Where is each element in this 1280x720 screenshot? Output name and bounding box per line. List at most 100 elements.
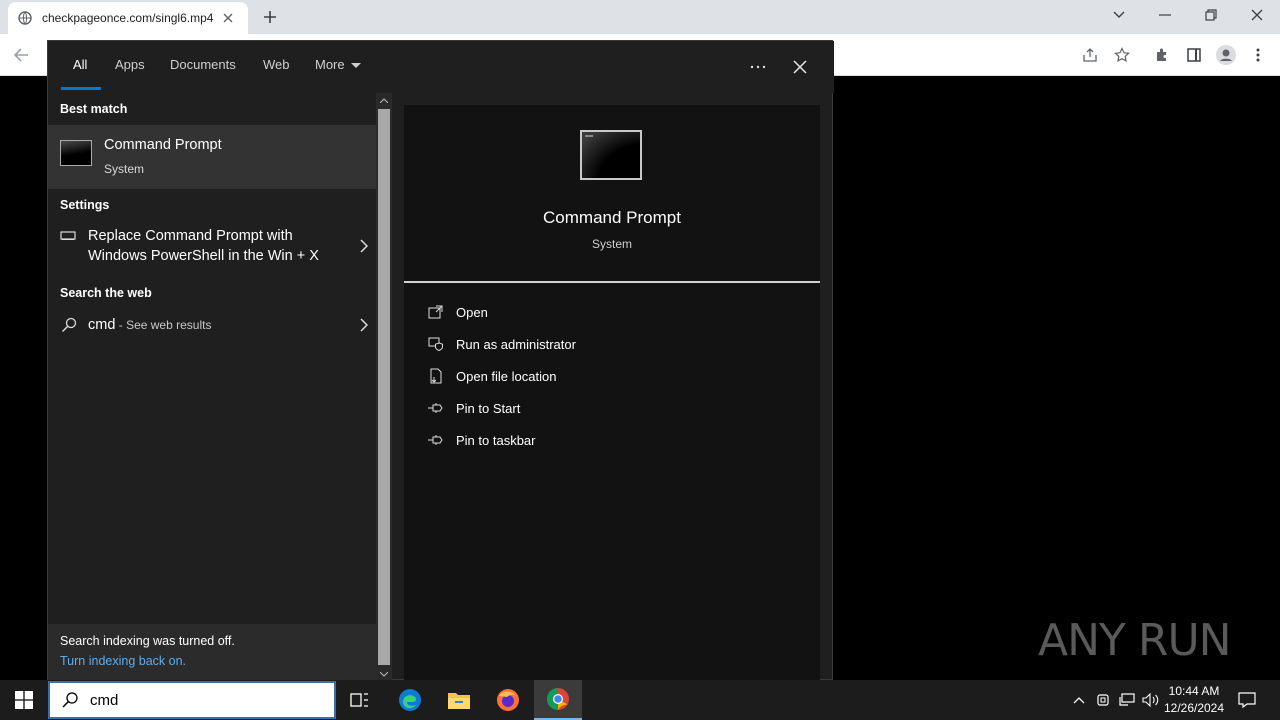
- windows-logo-icon: [15, 691, 33, 709]
- notification-icon[interactable]: [1236, 690, 1258, 710]
- taskbar: cmd 10:44 AM 12/26/2024: [0, 680, 1280, 720]
- command-prompt-large-icon: [580, 130, 642, 180]
- more-options-icon[interactable]: [746, 55, 770, 79]
- web-query: cmd: [88, 317, 116, 333]
- detail-title: Command Prompt: [543, 208, 681, 227]
- search-icon: [50, 691, 90, 709]
- tab-close-icon[interactable]: [220, 10, 236, 26]
- web-search-result[interactable]: cmd - See web results: [48, 315, 376, 341]
- side-panel-icon[interactable]: [1183, 44, 1205, 66]
- browser-tab[interactable]: checkpageonce.com/singl6.mp4: [8, 2, 248, 34]
- edge-icon: [399, 689, 421, 711]
- close-window-button[interactable]: [1234, 0, 1280, 30]
- best-match-title: Command Prompt: [104, 137, 222, 153]
- search-web-heading: Search the web: [60, 286, 152, 300]
- settings-heading: Settings: [60, 198, 110, 212]
- turn-indexing-on-link[interactable]: Turn indexing back on.: [60, 654, 186, 668]
- best-match-subtitle: System: [104, 162, 145, 176]
- minimize-button[interactable]: [1142, 0, 1188, 30]
- firefox-icon: [497, 689, 519, 711]
- device-icon[interactable]: [1093, 690, 1113, 710]
- taskbar-search-box[interactable]: cmd: [48, 681, 336, 719]
- best-match-result[interactable]: Command Prompt System: [48, 125, 376, 189]
- pin-icon: [424, 430, 448, 450]
- tab-search-icon[interactable]: [1096, 0, 1142, 30]
- taskbar-chrome[interactable]: [534, 680, 582, 720]
- action-pin-to-start-label: Pin to Start: [456, 400, 521, 416]
- start-button[interactable]: [0, 680, 48, 720]
- tab-apps[interactable]: Apps: [115, 57, 145, 72]
- tab-title: checkpageonce.com/singl6.mp4: [42, 11, 214, 25]
- search-filter-tabs: All Apps Documents Web More: [48, 41, 834, 93]
- system-clock[interactable]: 10:44 AM 12/26/2024: [1160, 683, 1228, 717]
- action-run-as-admin[interactable]: Run as administrator: [424, 330, 804, 358]
- taskbar-firefox[interactable]: [484, 680, 532, 720]
- file-location-icon: [424, 366, 448, 386]
- bookmark-star-icon[interactable]: [1111, 44, 1133, 66]
- action-pin-to-start[interactable]: Pin to Start: [424, 394, 804, 422]
- monitor-icon: [60, 229, 76, 243]
- back-icon[interactable]: [10, 44, 32, 66]
- results-list: Best match Command Prompt System Setting…: [48, 93, 376, 681]
- globe-icon: [18, 11, 32, 25]
- detail-divider: [404, 281, 820, 283]
- action-open-label: Open: [456, 304, 488, 320]
- new-tab-button[interactable]: [258, 6, 282, 28]
- pin-icon: [424, 398, 448, 418]
- tab-more[interactable]: More: [315, 57, 361, 72]
- start-search-panel: All Apps Documents Web More Best match C…: [47, 40, 834, 681]
- watermark-text: ANY RUN: [1038, 614, 1232, 666]
- anyrun-watermark: ANY RUN: [1038, 608, 1232, 672]
- chevron-right-icon[interactable]: [358, 317, 370, 333]
- settings-result-line2: Windows PowerShell in the Win + X: [88, 248, 319, 264]
- action-open-file-location[interactable]: Open file location: [424, 362, 804, 390]
- web-query-suffix: - See web results: [115, 318, 212, 332]
- caret-down-icon: [350, 63, 361, 69]
- detail-subtitle: System: [591, 237, 632, 251]
- shield-icon: [424, 334, 448, 354]
- restore-button[interactable]: [1188, 0, 1234, 30]
- clock-time: 10:44 AM: [1168, 684, 1220, 698]
- indexing-notice: Search indexing was turned off. Turn ind…: [48, 624, 376, 681]
- clock-date: 12/26/2024: [1163, 701, 1225, 715]
- taskbar-file-explorer[interactable]: [435, 680, 483, 720]
- network-icon[interactable]: [1117, 690, 1137, 710]
- close-icon[interactable]: [788, 55, 812, 79]
- task-view-button[interactable]: [336, 680, 384, 720]
- taskbar-search-input[interactable]: cmd: [90, 692, 118, 709]
- taskbar-edge[interactable]: [386, 680, 434, 720]
- scroll-thumb[interactable]: [378, 109, 390, 665]
- menu-kebab-icon[interactable]: [1247, 44, 1269, 66]
- folder-icon: [448, 693, 470, 709]
- tab-all[interactable]: All: [73, 57, 87, 72]
- settings-result-line1: Replace Command Prompt with: [88, 228, 293, 244]
- active-tab-indicator: [61, 87, 101, 90]
- scroll-up-icon[interactable]: [376, 93, 392, 107]
- volume-icon[interactable]: [1141, 690, 1161, 710]
- action-run-as-admin-label: Run as administrator: [456, 336, 576, 352]
- browser-tabstrip: checkpageonce.com/singl6.mp4: [0, 0, 1280, 34]
- task-view-icon: [350, 693, 368, 707]
- scroll-down-icon[interactable]: [376, 667, 392, 681]
- chevron-up-icon[interactable]: [1069, 690, 1089, 710]
- indexing-off-text: Search indexing was turned off.: [60, 634, 235, 648]
- action-open-file-location-label: Open file location: [456, 368, 557, 384]
- open-icon: [424, 302, 448, 322]
- chevron-right-icon[interactable]: [358, 238, 370, 254]
- results-scrollbar[interactable]: [376, 93, 392, 681]
- result-detail-pane: Command Prompt System Open Run as admini…: [404, 105, 820, 681]
- tab-more-label: More: [315, 57, 345, 72]
- chrome-icon: [547, 688, 569, 710]
- command-prompt-icon: [60, 140, 92, 166]
- settings-result[interactable]: Replace Command Prompt with Windows Powe…: [48, 226, 376, 274]
- profile-avatar-icon[interactable]: [1215, 44, 1237, 66]
- action-open[interactable]: Open: [424, 298, 804, 326]
- search-icon: [60, 316, 78, 334]
- action-pin-to-taskbar-label: Pin to taskbar: [456, 432, 536, 448]
- best-match-heading: Best match: [60, 102, 128, 116]
- tab-documents[interactable]: Documents: [170, 57, 236, 72]
- action-pin-to-taskbar[interactable]: Pin to taskbar: [424, 426, 804, 454]
- share-icon[interactable]: [1079, 44, 1101, 66]
- extensions-icon[interactable]: [1151, 44, 1173, 66]
- tab-web[interactable]: Web: [263, 57, 290, 72]
